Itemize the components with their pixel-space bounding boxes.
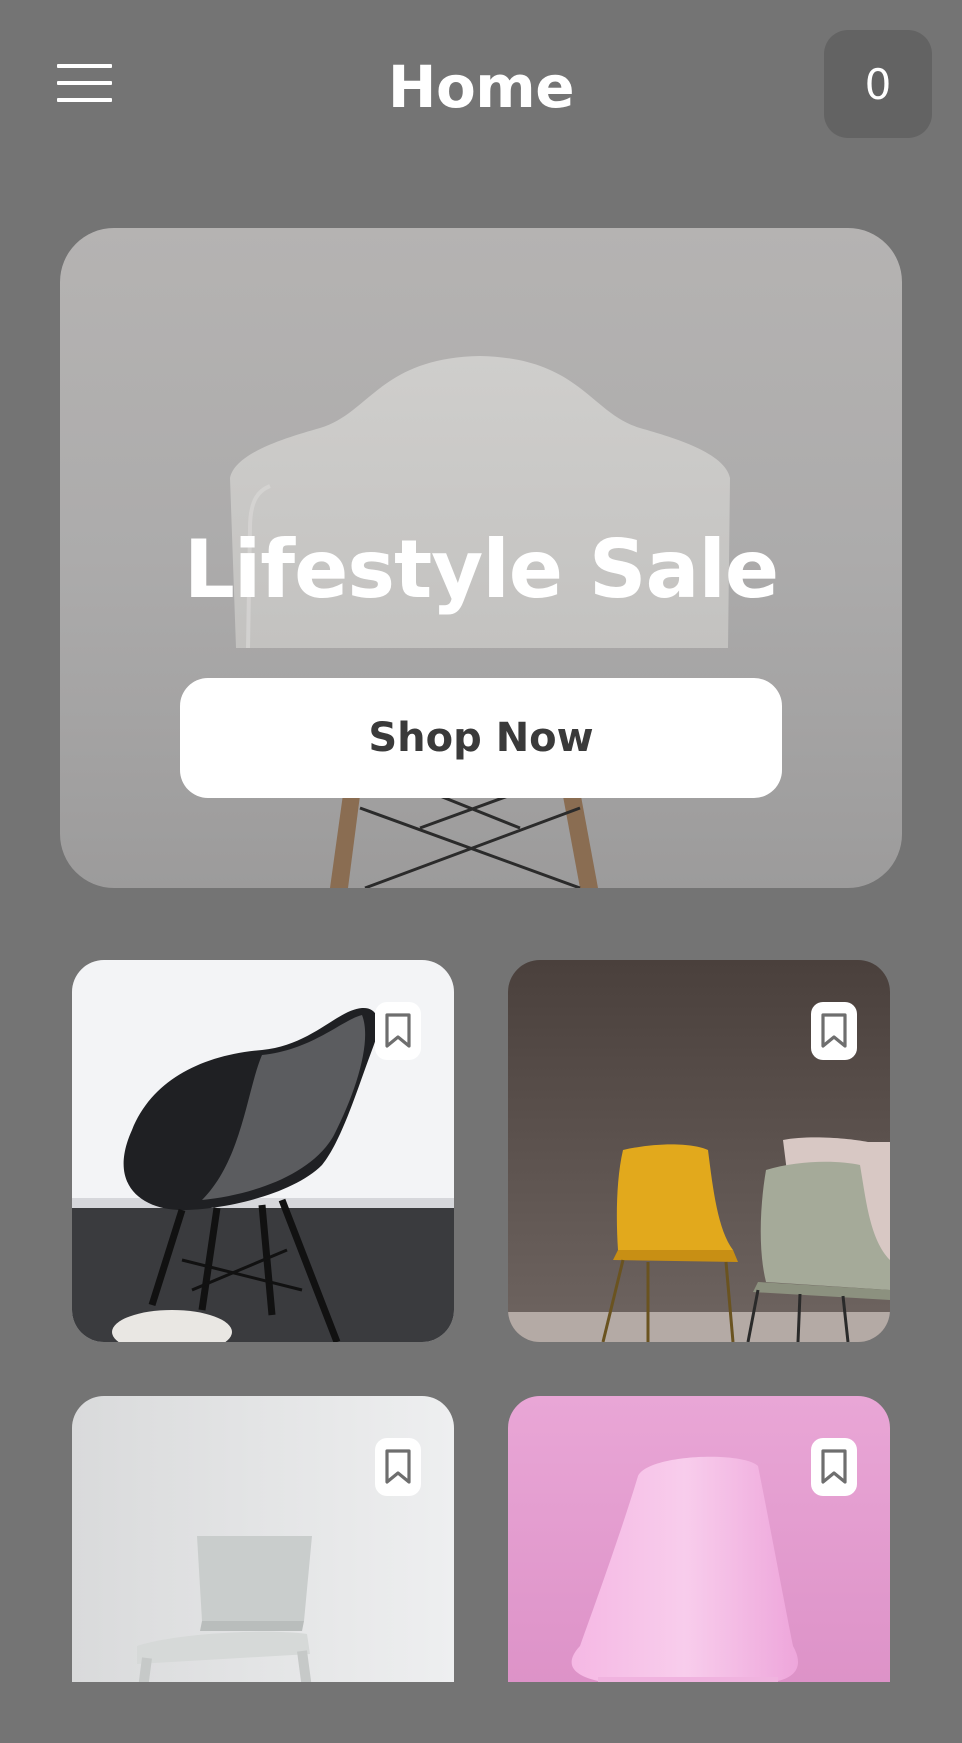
bookmark-icon xyxy=(385,1449,411,1484)
bookmark-button[interactable] xyxy=(375,1002,421,1060)
hero-title: Lifestyle Sale xyxy=(183,523,779,616)
shop-now-button[interactable]: Shop Now xyxy=(180,678,782,798)
hero-banner: Lifestyle Sale Shop Now xyxy=(60,228,902,888)
product-card[interactable] xyxy=(72,960,454,1342)
bookmark-button[interactable] xyxy=(811,1002,857,1060)
cart-count-badge[interactable]: 0 xyxy=(824,30,932,138)
bookmark-icon xyxy=(821,1013,847,1048)
bookmark-icon xyxy=(385,1013,411,1048)
product-card[interactable] xyxy=(508,1396,890,1682)
product-card[interactable] xyxy=(72,1396,454,1682)
bookmark-icon xyxy=(821,1449,847,1484)
product-card[interactable] xyxy=(508,960,890,1342)
bookmark-button[interactable] xyxy=(811,1438,857,1496)
bookmark-button[interactable] xyxy=(375,1438,421,1496)
page-title: Home xyxy=(387,53,575,121)
